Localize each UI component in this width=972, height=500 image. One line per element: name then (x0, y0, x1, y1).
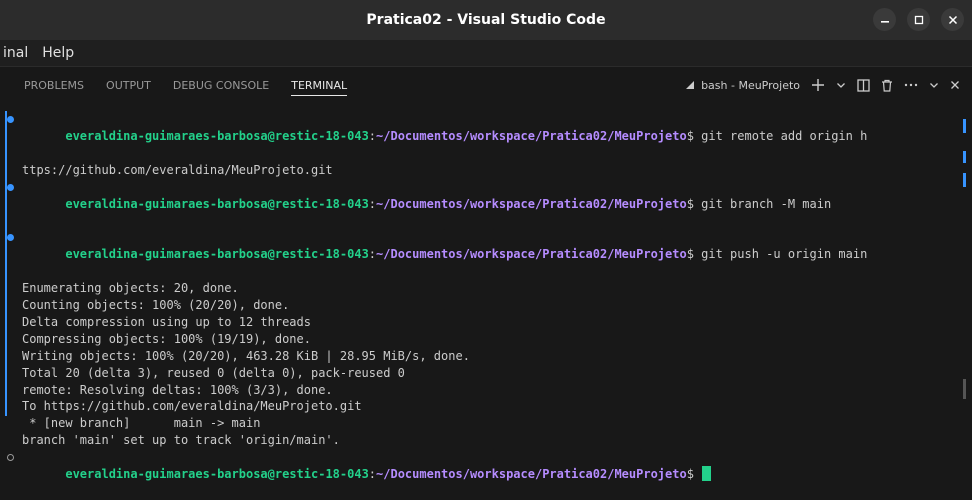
chevron-down-icon (930, 83, 938, 88)
trash-icon (882, 79, 892, 92)
chevron-down-icon (837, 83, 845, 88)
command-success-icon[interactable] (7, 116, 14, 123)
launch-profile-dropdown[interactable] (836, 80, 846, 90)
command-line: everaldina-guimaraes-barbosa@restic-18-0… (0, 229, 972, 280)
menu-bar: inal Help (0, 40, 972, 67)
more-actions-button[interactable] (904, 83, 918, 87)
close-panel-button[interactable] (950, 80, 960, 90)
terminal-shell-icon (686, 81, 695, 89)
prompt-path: ~/Documentos/workspace/Pratica02/MeuProj… (376, 196, 687, 211)
menu-terminal[interactable]: inal (0, 45, 35, 61)
terminal-cursor (702, 466, 712, 482)
active-prompt-line: everaldina-guimaraes-barbosa@restic-18-0… (0, 449, 972, 500)
tab-terminal[interactable]: TERMINAL (291, 67, 347, 103)
new-terminal-button[interactable] (811, 78, 825, 92)
command-success-icon[interactable] (7, 234, 14, 242)
prompt-path: ~/Documentos/workspace/Pratica02/MeuProj… (376, 128, 687, 143)
ellipsis-icon (904, 83, 918, 87)
output-line: Compressing objects: 100% (19/19), done. (22, 331, 311, 346)
output-line: ttps://github.com/everaldina/MeuProjeto.… (22, 162, 333, 177)
tab-output[interactable]: OUTPUT (106, 67, 151, 103)
prompt-path: ~/Documentos/workspace/Pratica02/MeuProj… (376, 467, 687, 482)
split-terminal-button[interactable] (857, 78, 870, 92)
prompt-user-host: everaldina-guimaraes-barbosa@restic-18-0… (65, 128, 369, 143)
menu-help[interactable]: Help (35, 45, 81, 61)
maximize-button[interactable] (907, 8, 930, 31)
output-line: Writing objects: 100% (20/20), 463.28 Ki… (22, 348, 470, 363)
prompt-path: ~/Documentos/workspace/Pratica02/MeuProj… (376, 247, 687, 262)
prompt-user-host: everaldina-guimaraes-barbosa@restic-18-0… (65, 196, 369, 211)
window-controls (873, 8, 964, 31)
command-text: git push -u origin main (701, 247, 868, 262)
output-line: remote: Resolving deltas: 100% (3/3), do… (22, 382, 333, 397)
command-line: everaldina-guimaraes-barbosa@restic-18-0… (0, 179, 972, 230)
output-line: To https://github.com/everaldina/MeuProj… (22, 399, 362, 414)
command-pending-icon (7, 454, 14, 462)
maximize-panel-button[interactable] (929, 80, 939, 90)
output-line: branch 'main' set up to track 'origin/ma… (22, 433, 340, 448)
maximize-icon (914, 15, 923, 24)
minimize-button[interactable] (873, 8, 896, 31)
bottom-panel: PROBLEMS OUTPUT DEBUG CONSOLE TERMINAL b… (0, 67, 972, 482)
panel-tab-bar: PROBLEMS OUTPUT DEBUG CONSOLE TERMINAL b… (0, 67, 972, 103)
command-line: everaldina-guimaraes-barbosa@restic-18-0… (0, 111, 972, 162)
command-success-icon[interactable] (7, 183, 14, 191)
output-line: * [new branch] main -> main (22, 416, 261, 431)
terminal-instance-label: bash - MeuProjeto (701, 78, 800, 92)
prompt-user-host: everaldina-guimaraes-barbosa@restic-18-0… (65, 247, 369, 262)
tab-problems[interactable]: PROBLEMS (24, 67, 84, 103)
close-icon (951, 81, 959, 89)
output-line: Total 20 (delta 3), reused 0 (delta 0), … (22, 365, 405, 380)
terminal-output[interactable]: everaldina-guimaraes-barbosa@restic-18-0… (0, 111, 972, 482)
split-icon (857, 78, 870, 92)
panel-toolbar: bash - MeuProjeto (684, 67, 960, 103)
tab-debug-console[interactable]: DEBUG CONSOLE (173, 67, 269, 103)
command-text: git remote add origin h (701, 128, 868, 143)
terminal-instance-selector[interactable]: bash - MeuProjeto (684, 79, 800, 92)
output-line: Enumerating objects: 20, done. (22, 281, 239, 296)
window-title: Pratica02 - Visual Studio Code (366, 12, 606, 28)
minimize-icon (880, 20, 889, 23)
kill-terminal-button[interactable] (881, 79, 893, 92)
output-line: Delta compression using up to 12 threads (22, 314, 311, 329)
prompt-user-host: everaldina-guimaraes-barbosa@restic-18-0… (65, 467, 369, 482)
title-bar: Pratica02 - Visual Studio Code (0, 0, 972, 40)
plus-icon (812, 79, 824, 91)
output-line: Counting objects: 100% (20/20), done. (22, 297, 290, 312)
command-text: git branch -M main (701, 196, 832, 211)
close-button[interactable] (941, 8, 964, 31)
close-icon (948, 15, 957, 24)
